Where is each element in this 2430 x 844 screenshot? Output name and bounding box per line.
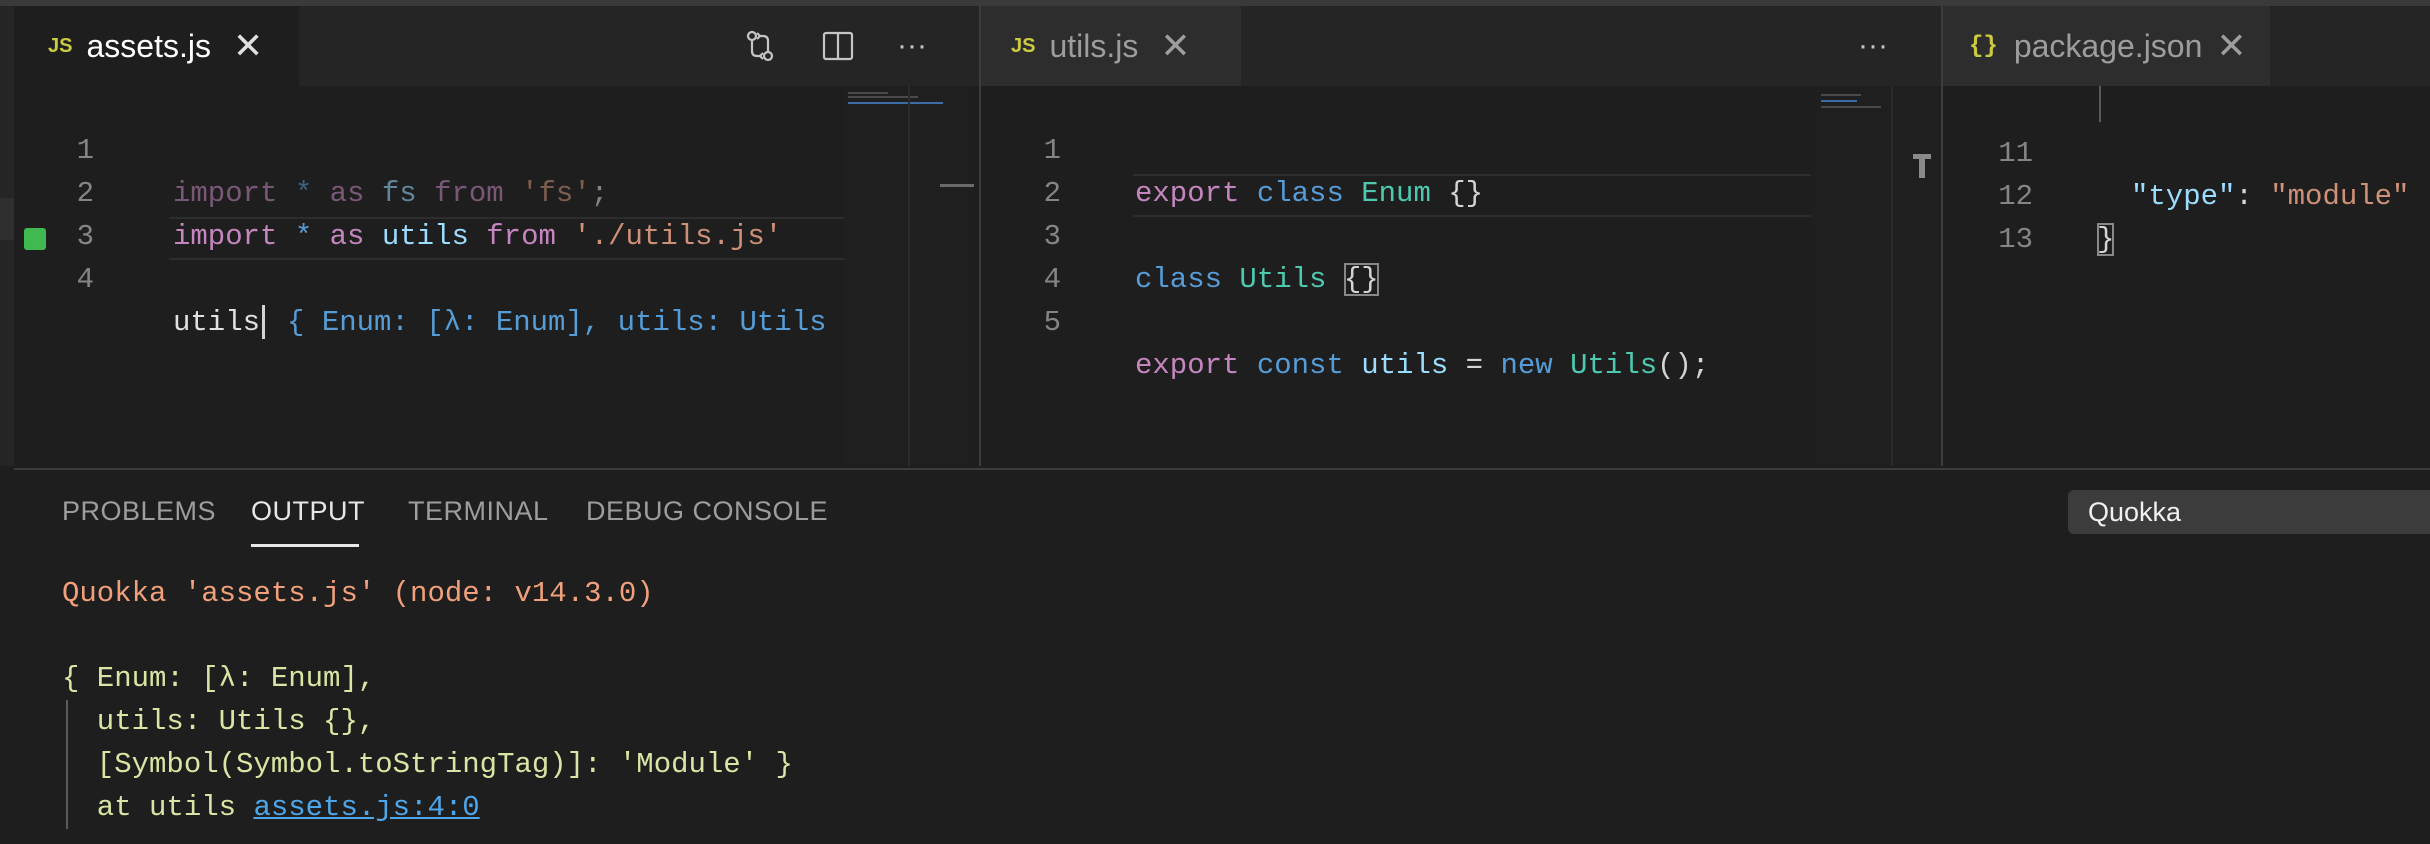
token: "type": [2131, 180, 2236, 213]
code-line: 2: [981, 129, 1085, 210]
more-actions-icon[interactable]: ···: [894, 28, 930, 64]
text-cursor-icon: [1911, 152, 1933, 180]
code-line: 1 import * as fs from 'fs';: [14, 86, 609, 210]
token: 'fs': [521, 177, 591, 210]
token: from: [434, 177, 504, 210]
code-editor[interactable]: 1 export class Enum {} 2 3 class Utils {…: [981, 86, 1811, 466]
output-line: [Symbol(Symbol.toStringTag)]: 'Module' }: [62, 748, 793, 781]
token: as: [329, 220, 365, 253]
line-number: 4: [76, 263, 94, 296]
minimap[interactable]: [1811, 86, 1941, 466]
token: Utils: [1239, 263, 1327, 296]
bracket-match: {}: [1343, 263, 1379, 296]
bracket-match: }: [2097, 223, 2115, 256]
editor-group-assets: JS assets.js ✕ ··· 1 import * as fs from…: [14, 6, 979, 466]
code-line: 3 class Utils {}: [981, 172, 1379, 296]
indent-guide: [66, 700, 68, 829]
token: utils: [173, 306, 261, 339]
bottom-panel: PROBLEMS OUTPUT TERMINAL DEBUG CONSOLE Q…: [14, 468, 2430, 844]
token: *: [294, 220, 313, 253]
activity-indicator: [0, 198, 14, 240]
token: './utils.js': [573, 220, 783, 253]
token: utils: [1361, 349, 1449, 382]
token: *: [294, 177, 313, 210]
text-cursor: [262, 305, 266, 340]
token: "module": [2270, 180, 2410, 213]
code-line: 13: [1943, 175, 2047, 256]
output-line: at utils assets.js:4:0: [62, 786, 480, 829]
code-line: 2 import * as utils from './utils.js': [14, 129, 783, 253]
code-line: 5 export const utils = new Utils();: [981, 258, 1710, 382]
tab-package-json[interactable]: {} package.json ✕: [1943, 6, 2270, 86]
tab-problems[interactable]: PROBLEMS: [62, 496, 216, 527]
tab-label: package.json: [2013, 27, 2203, 64]
token: fs: [381, 177, 417, 210]
indent-guide: [2099, 86, 2101, 122]
active-tab-indicator: [251, 544, 359, 547]
token: class: [1256, 177, 1344, 210]
scrollbar-indicator: [940, 184, 974, 187]
line-number: 13: [1998, 223, 2033, 256]
close-icon[interactable]: ✕: [1160, 28, 1190, 64]
stack-prefix: at utils: [62, 791, 254, 824]
open-changes-icon[interactable]: [742, 28, 778, 64]
output-header: Quokka 'assets.js' (node: v14.3.0): [62, 577, 654, 610]
tab-label: assets.js: [86, 27, 211, 64]
tab-debug-console[interactable]: DEBUG CONSOLE: [586, 496, 828, 527]
token: Enum: [1361, 177, 1431, 210]
code-editor[interactable]: 11 "type": "module" 12 } 13: [1943, 86, 2430, 466]
output-channel-select[interactable]: Quokka: [2068, 490, 2430, 534]
close-icon[interactable]: ✕: [233, 28, 263, 64]
token: const: [1256, 349, 1344, 382]
token: import: [173, 220, 278, 253]
token: :: [2235, 180, 2253, 213]
source-link[interactable]: assets.js:4:0: [253, 791, 479, 824]
token: ();: [1657, 349, 1710, 382]
token: ;: [590, 177, 609, 210]
token: Utils: [1570, 349, 1658, 382]
more-actions-icon[interactable]: ···: [1855, 28, 1891, 64]
code-line: 11 "type": "module": [1943, 89, 2409, 213]
code-editor[interactable]: 1 import * as fs from 'fs'; 2 import * a…: [14, 86, 844, 466]
code-line: 12 }: [1943, 132, 2115, 256]
tab-terminal[interactable]: TERMINAL: [408, 496, 549, 527]
tab-label: utils.js: [1049, 27, 1139, 64]
token: new: [1500, 349, 1553, 382]
token: export: [1135, 177, 1240, 210]
output-line: utils: Utils {},: [62, 705, 376, 738]
json-file-icon: {}: [1969, 32, 1998, 60]
tab-output[interactable]: OUTPUT: [251, 496, 365, 527]
token: {}: [1448, 177, 1484, 210]
token: export: [1135, 349, 1240, 382]
editor-group-utils: JS utils.js ✕ ··· 1 export class Enum {}…: [981, 6, 1941, 466]
token: utils: [381, 220, 469, 253]
code-line: 4 utils { Enum: [λ: Enum], utils: Utils: [14, 215, 827, 340]
editor-group-package: {} package.json ✕ 11 "type": "module" 12…: [1943, 6, 2430, 466]
token: import: [173, 177, 278, 210]
token: class: [1135, 263, 1223, 296]
editor-tabbar: {} package.json ✕: [1943, 6, 2430, 86]
minimap[interactable]: [844, 86, 974, 466]
token: as: [329, 177, 365, 210]
output-line: { Enum: [λ: Enum],: [62, 662, 376, 695]
code-line: 4: [981, 215, 1085, 296]
close-icon[interactable]: ✕: [2216, 28, 2246, 64]
activity-edge: [0, 6, 14, 466]
quokka-inline-value: { Enum: [λ: Enum], utils: Utils: [287, 306, 827, 339]
editor-tabbar: JS assets.js ✕ ···: [14, 6, 979, 86]
token: from: [486, 220, 556, 253]
tab-assets-js[interactable]: JS assets.js ✕: [14, 6, 299, 86]
javascript-file-icon: JS: [1011, 34, 1036, 57]
split-editor-icon[interactable]: [820, 28, 856, 64]
editor-tabbar: JS utils.js ✕ ···: [981, 6, 1941, 86]
code-line: 1 export class Enum {}: [981, 86, 1484, 210]
code-line: 3: [14, 172, 118, 253]
line-number: 5: [1043, 306, 1061, 339]
token: =: [1465, 349, 1484, 382]
javascript-file-icon: JS: [48, 34, 73, 57]
tab-utils-js[interactable]: JS utils.js ✕: [981, 6, 1241, 86]
